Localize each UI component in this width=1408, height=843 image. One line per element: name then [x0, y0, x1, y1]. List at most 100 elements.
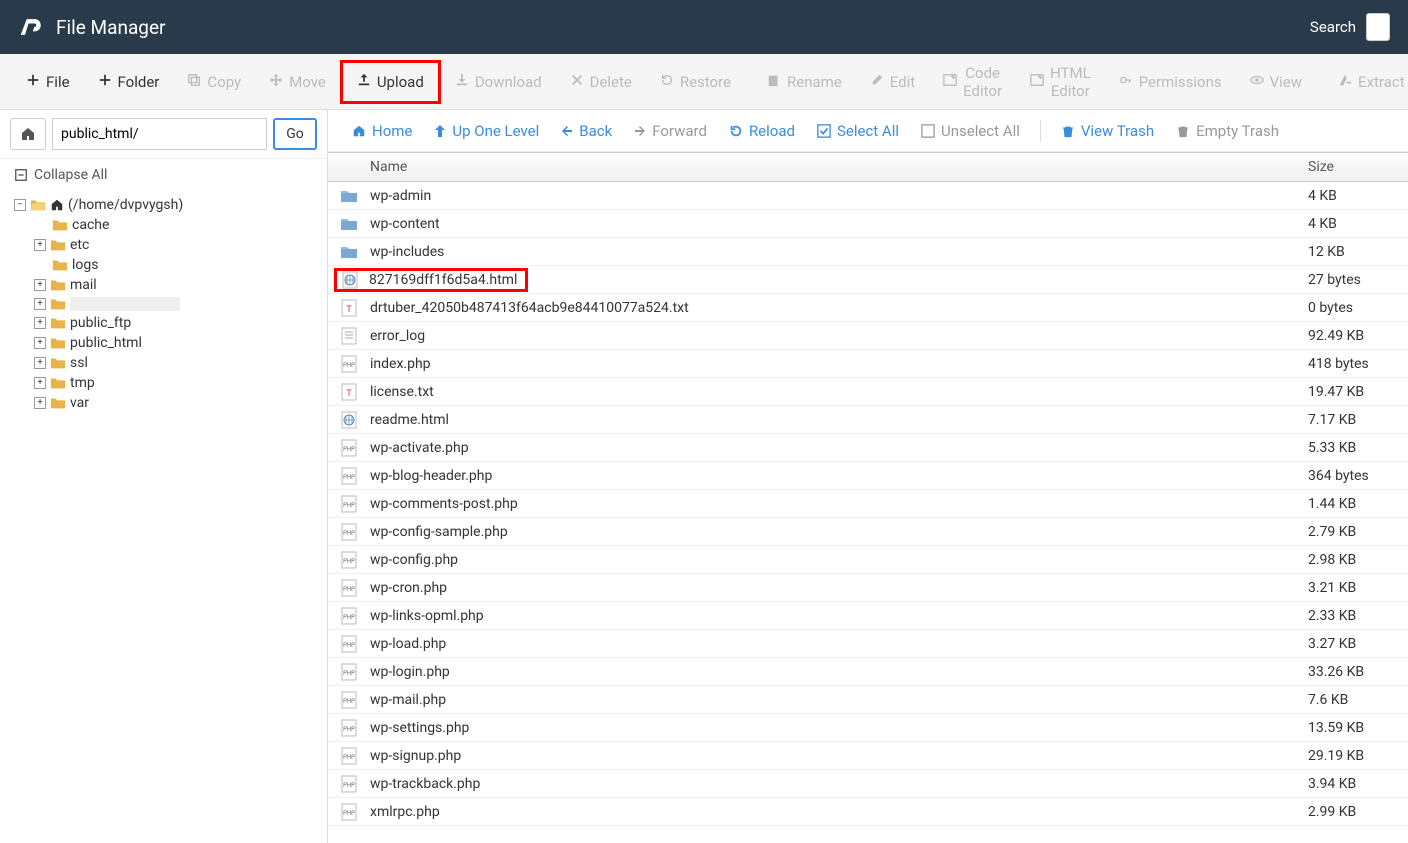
tree-toggle-icon[interactable]: + — [34, 239, 46, 251]
file-name: wp-includes — [370, 244, 1308, 260]
delete-button[interactable]: Delete — [556, 63, 646, 101]
tree-node[interactable]: logs — [34, 255, 317, 275]
tree-node[interactable]: +public_ftp — [34, 313, 317, 333]
view-trash-button[interactable]: View Trash — [1051, 116, 1164, 146]
up-level-button[interactable]: Up One Level — [424, 116, 549, 146]
view-button[interactable]: View — [1236, 63, 1316, 101]
folder-button[interactable]: Folder — [84, 63, 174, 101]
svg-text:PHP: PHP — [343, 726, 355, 733]
file-row[interactable]: error_log92.49 KB — [328, 322, 1408, 350]
tree-toggle-icon[interactable]: + — [34, 298, 46, 310]
tree-toggle-icon[interactable]: + — [34, 377, 46, 389]
svg-text:PHP: PHP — [343, 558, 355, 565]
file-row[interactable]: readme.html7.17 KB — [328, 406, 1408, 434]
tree-node[interactable]: +var — [34, 393, 317, 413]
file-row[interactable]: PHPwp-config.php2.98 KB — [328, 546, 1408, 574]
empty-trash-button[interactable]: Empty Trash — [1166, 116, 1289, 146]
tree-label: public_html — [70, 335, 142, 351]
svg-text:PHP: PHP — [343, 502, 355, 509]
file-name: wp-trackback.php — [370, 776, 1308, 792]
file-name: wp-admin — [370, 188, 1308, 204]
file-row[interactable]: PHPindex.php418 bytes — [328, 350, 1408, 378]
tree-toggle-icon[interactable]: + — [34, 397, 46, 409]
file-name: wp-signup.php — [370, 748, 1308, 764]
folder-icon — [50, 278, 66, 292]
file-row[interactable]: Tdrtuber_42050b487413f64acb9e84410077a52… — [328, 294, 1408, 322]
file-row[interactable]: PHPwp-comments-post.php1.44 KB — [328, 490, 1408, 518]
toolbar-separator — [1040, 120, 1041, 142]
tree-label: cache — [72, 217, 109, 233]
move-button[interactable]: Move — [255, 63, 340, 101]
file-row[interactable]: PHPwp-blog-header.php364 bytes — [328, 462, 1408, 490]
file-row[interactable]: 827169dff1f6d5a4.html27 bytes — [328, 266, 1408, 294]
rename-icon — [767, 73, 781, 91]
upload-button[interactable]: Upload — [340, 60, 441, 104]
file-row[interactable]: PHPwp-trackback.php3.94 KB — [328, 770, 1408, 798]
extract-button[interactable]: Extract — [1324, 63, 1408, 101]
search-input[interactable] — [1366, 13, 1390, 41]
app-title: File Manager — [56, 16, 165, 39]
html-editor-button[interactable]: HTML Editor — [1016, 54, 1105, 110]
file-row[interactable]: PHPwp-settings.php13.59 KB — [328, 714, 1408, 742]
tree-toggle-icon[interactable]: + — [34, 337, 46, 349]
code-icon — [943, 73, 957, 91]
tree-root[interactable]: − (/home/dvpvygsh) — [14, 195, 317, 215]
file-row[interactable]: PHPxmlrpc.php2.99 KB — [328, 798, 1408, 826]
file-row[interactable]: PHPwp-load.php3.27 KB — [328, 630, 1408, 658]
restore-button[interactable]: Restore — [646, 63, 745, 101]
tree-toggle-icon[interactable]: + — [34, 317, 46, 329]
tree-node[interactable]: +mail — [34, 275, 317, 295]
svg-text:PHP: PHP — [343, 698, 355, 705]
tree-toggle-icon[interactable]: + — [34, 357, 46, 369]
file-row[interactable]: wp-includes12 KB — [328, 238, 1408, 266]
file-row[interactable]: PHPwp-config-sample.php2.79 KB — [328, 518, 1408, 546]
reload-button[interactable]: Reload — [719, 116, 805, 146]
file-type-icon — [328, 411, 370, 429]
file-row[interactable]: PHPwp-mail.php7.6 KB — [328, 686, 1408, 714]
folder-open-icon — [30, 198, 46, 212]
search-label: Search — [1310, 18, 1356, 36]
file-name: wp-config.php — [370, 552, 1308, 568]
tree-node[interactable]: cache — [34, 215, 317, 235]
rename-button[interactable]: Rename — [753, 63, 856, 101]
file-row[interactable]: PHPwp-links-opml.php2.33 KB — [328, 602, 1408, 630]
delete-icon — [570, 73, 584, 91]
tree-node[interactable]: + — [34, 295, 317, 313]
file-row[interactable]: PHPwp-signup.php29.19 KB — [328, 742, 1408, 770]
tree-toggle-icon[interactable]: + — [34, 279, 46, 291]
path-input[interactable] — [52, 118, 267, 150]
forward-button[interactable]: Forward — [624, 116, 717, 146]
file-size: 27 bytes — [1308, 272, 1408, 288]
file-row[interactable]: wp-admin4 KB — [328, 182, 1408, 210]
download-icon — [455, 73, 469, 91]
tree-node[interactable]: + public_html — [34, 333, 317, 353]
pencil-icon — [870, 73, 884, 91]
permissions-button[interactable]: Permissions — [1105, 63, 1236, 101]
tree-toggle-icon[interactable]: − — [14, 199, 26, 211]
unselect-all-button[interactable]: Unselect All — [911, 116, 1030, 146]
file-button[interactable]: File — [12, 63, 84, 101]
go-button[interactable]: Go — [273, 118, 317, 150]
home-button[interactable]: Home — [342, 116, 422, 146]
collapse-icon — [14, 168, 28, 182]
copy-button[interactable]: Copy — [173, 63, 255, 101]
file-row[interactable]: PHPwp-login.php33.26 KB — [328, 658, 1408, 686]
file-row[interactable]: PHPwp-activate.php5.33 KB — [328, 434, 1408, 462]
home-icon-button[interactable] — [10, 118, 46, 150]
column-size[interactable]: Size — [1308, 159, 1408, 175]
select-all-button[interactable]: Select All — [807, 116, 909, 146]
back-button[interactable]: Back — [551, 116, 622, 146]
tree-node[interactable]: +ssl — [34, 353, 317, 373]
edit-button[interactable]: Edit — [856, 63, 929, 101]
tree-node[interactable]: +tmp — [34, 373, 317, 393]
file-row[interactable]: Tlicense.txt19.47 KB — [328, 378, 1408, 406]
code-editor-button[interactable]: Code Editor — [929, 54, 1016, 110]
folder-icon — [52, 218, 68, 232]
file-row[interactable]: PHPwp-cron.php3.21 KB — [328, 574, 1408, 602]
file-row[interactable]: wp-content4 KB — [328, 210, 1408, 238]
download-button[interactable]: Download — [441, 63, 556, 101]
tree-node[interactable]: +etc — [34, 235, 317, 255]
file-size: 92.49 KB — [1308, 328, 1408, 344]
column-name[interactable]: Name — [370, 159, 1308, 175]
collapse-all-button[interactable]: Collapse All — [0, 159, 327, 191]
